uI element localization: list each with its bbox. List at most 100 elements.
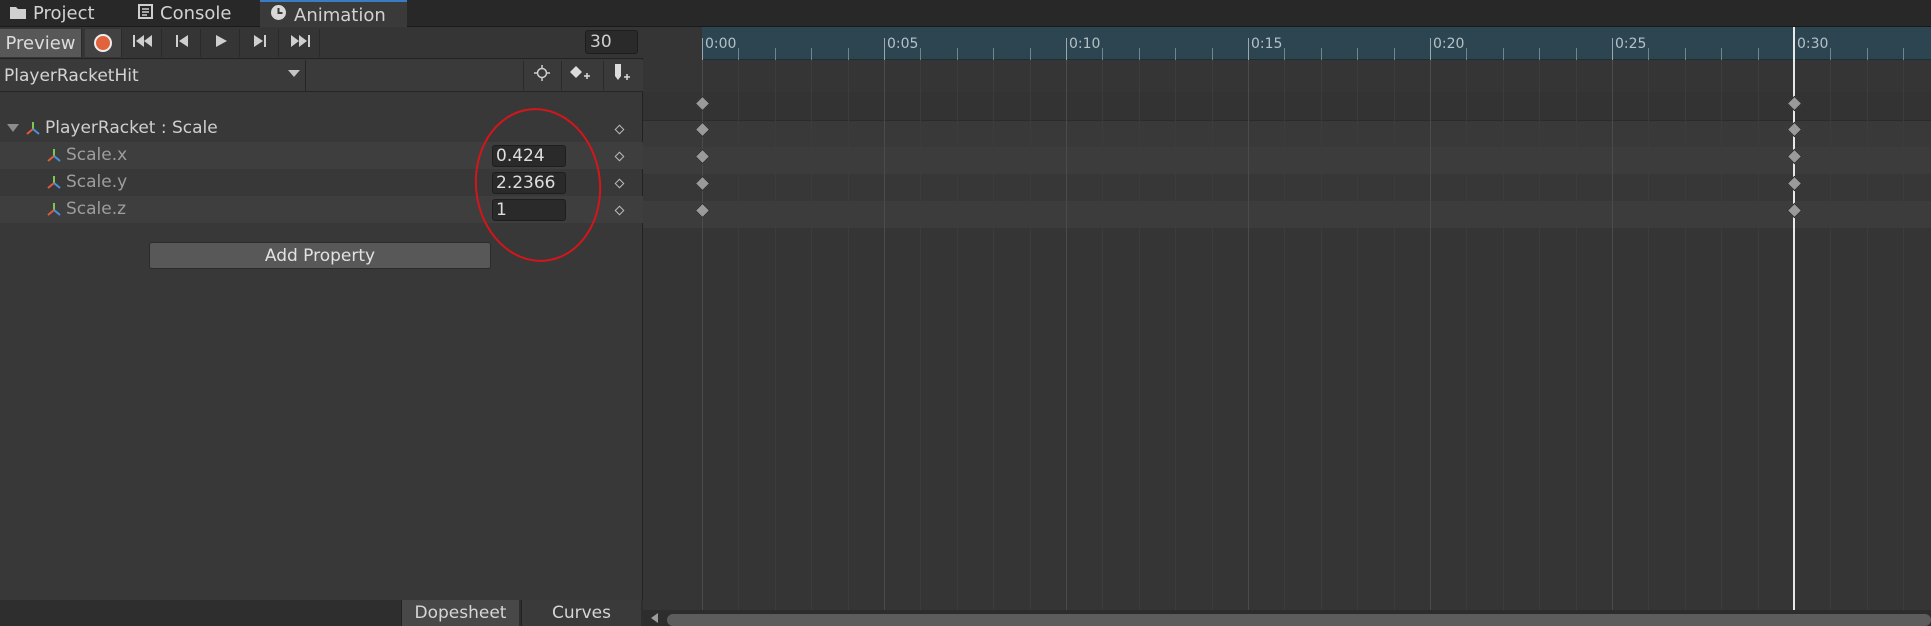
grid-line <box>1758 60 1759 610</box>
dropdown-arrow-icon <box>288 70 300 77</box>
step-back-icon <box>175 33 189 53</box>
grid-line <box>848 60 849 610</box>
add-keyframe-icon <box>569 65 591 86</box>
grid-line <box>1321 60 1322 610</box>
ruler-tick <box>1321 48 1322 60</box>
grid-line <box>702 60 703 610</box>
transform-axis-icon <box>25 120 41 141</box>
clip-dropdown[interactable]: PlayerRacketHit <box>0 60 306 91</box>
grid-line <box>1721 60 1722 610</box>
ruler-tick <box>811 48 812 60</box>
transform-axis-icon <box>46 147 62 168</box>
ruler-tick <box>702 38 703 60</box>
grid-line <box>1685 60 1686 610</box>
keyframe-toggle-icon[interactable] <box>614 151 625 162</box>
tab-console-label: Console <box>160 3 232 24</box>
timeline-row-scale-x <box>643 147 1931 174</box>
play-button[interactable] <box>202 29 240 57</box>
grid-line <box>1830 60 1831 610</box>
tab-project-label: Project <box>33 3 95 24</box>
ruler-tick <box>1284 48 1285 60</box>
ruler-tick <box>920 48 921 60</box>
grid-line <box>1284 60 1285 610</box>
grid-line <box>993 60 994 610</box>
tab-animation[interactable]: Animation <box>260 0 407 28</box>
grid-line <box>1066 60 1067 610</box>
property-label: Scale.x <box>66 145 128 165</box>
timeline-row-scale-z <box>643 201 1931 228</box>
add-property-button[interactable]: Add Property <box>149 242 491 269</box>
add-keyframe-button[interactable] <box>561 61 597 90</box>
record-button[interactable] <box>85 29 122 57</box>
grid-line <box>957 60 958 610</box>
property-label: Scale.z <box>66 199 127 219</box>
keyframe-toggle-icon[interactable] <box>614 205 625 216</box>
preview-button[interactable]: Preview <box>0 29 82 57</box>
ruler-tick <box>1102 48 1103 60</box>
ruler-tick <box>1030 48 1031 60</box>
ruler-tick <box>1903 48 1904 60</box>
crosshair-icon <box>533 65 550 86</box>
grid-line <box>1357 60 1358 610</box>
first-keyframe-button[interactable] <box>124 29 162 57</box>
ruler-label: 0:15 <box>1251 36 1283 52</box>
grid-line <box>811 60 812 610</box>
ruler-tick <box>1248 38 1249 60</box>
grid-line <box>1212 60 1213 610</box>
tab-project[interactable]: Project <box>0 0 128 27</box>
grid-line <box>1503 60 1504 610</box>
grid-line <box>775 60 776 610</box>
console-icon <box>138 3 153 24</box>
ruler-tick <box>1139 48 1140 60</box>
keyframe-toggle-icon[interactable] <box>614 124 625 135</box>
ruler-label: 0:10 <box>1069 36 1101 52</box>
playhead[interactable] <box>1793 27 1795 610</box>
ruler-tick <box>884 38 885 60</box>
grid-line <box>1466 60 1467 610</box>
grid-line <box>1867 60 1868 610</box>
scroll-left-icon[interactable] <box>651 613 658 623</box>
tab-console[interactable]: Console <box>128 0 258 27</box>
previous-keyframe-button[interactable] <box>163 29 201 57</box>
grid-line <box>1394 60 1395 610</box>
grid-line <box>1576 60 1577 610</box>
time-ruler-margin <box>643 27 702 60</box>
frame-number-field[interactable]: 30 <box>585 30 638 54</box>
ruler-tick <box>775 48 776 60</box>
ruler-tick <box>1758 48 1759 60</box>
property-label: Scale.y <box>66 172 128 192</box>
add-event-button[interactable] <box>603 61 639 90</box>
ruler-tick <box>848 48 849 60</box>
tab-animation-label: Animation <box>294 4 386 26</box>
add-event-icon <box>612 64 632 87</box>
tab-dopesheet[interactable]: Dopesheet <box>401 600 519 626</box>
last-keyframe-button[interactable] <box>280 29 320 57</box>
summary-row <box>643 92 1931 120</box>
next-keyframe-button[interactable] <box>241 29 279 57</box>
ruler-tick <box>1539 48 1540 60</box>
record-icon <box>94 34 112 52</box>
tab-curves[interactable]: Curves <box>521 600 641 626</box>
ruler-tick <box>993 48 994 60</box>
ruler-label: 0:30 <box>1797 36 1829 52</box>
ruler-tick <box>1648 48 1649 60</box>
ruler-tick <box>1212 48 1213 60</box>
scrollbar-thumb[interactable] <box>667 614 1931 626</box>
filter-selection-button[interactable] <box>523 61 559 90</box>
grid-line <box>738 60 739 610</box>
skip-to-start-icon <box>132 33 154 53</box>
keyframe-toggle-icon[interactable] <box>614 178 625 189</box>
timeline-row-group <box>643 120 1931 147</box>
ruler-tick <box>1867 48 1868 60</box>
ruler-label: 0:25 <box>1615 36 1647 52</box>
ruler-label: 0:20 <box>1433 36 1465 52</box>
grid-line <box>1903 60 1904 610</box>
grid-line <box>1175 60 1176 610</box>
ruler-tick <box>1357 48 1358 60</box>
ruler-tick <box>1394 48 1395 60</box>
folder-icon <box>10 3 26 24</box>
time-ruler[interactable] <box>643 27 1931 60</box>
expand-triangle-icon[interactable] <box>7 124 19 132</box>
ruler-tick <box>1721 48 1722 60</box>
grid-line <box>1648 60 1649 610</box>
